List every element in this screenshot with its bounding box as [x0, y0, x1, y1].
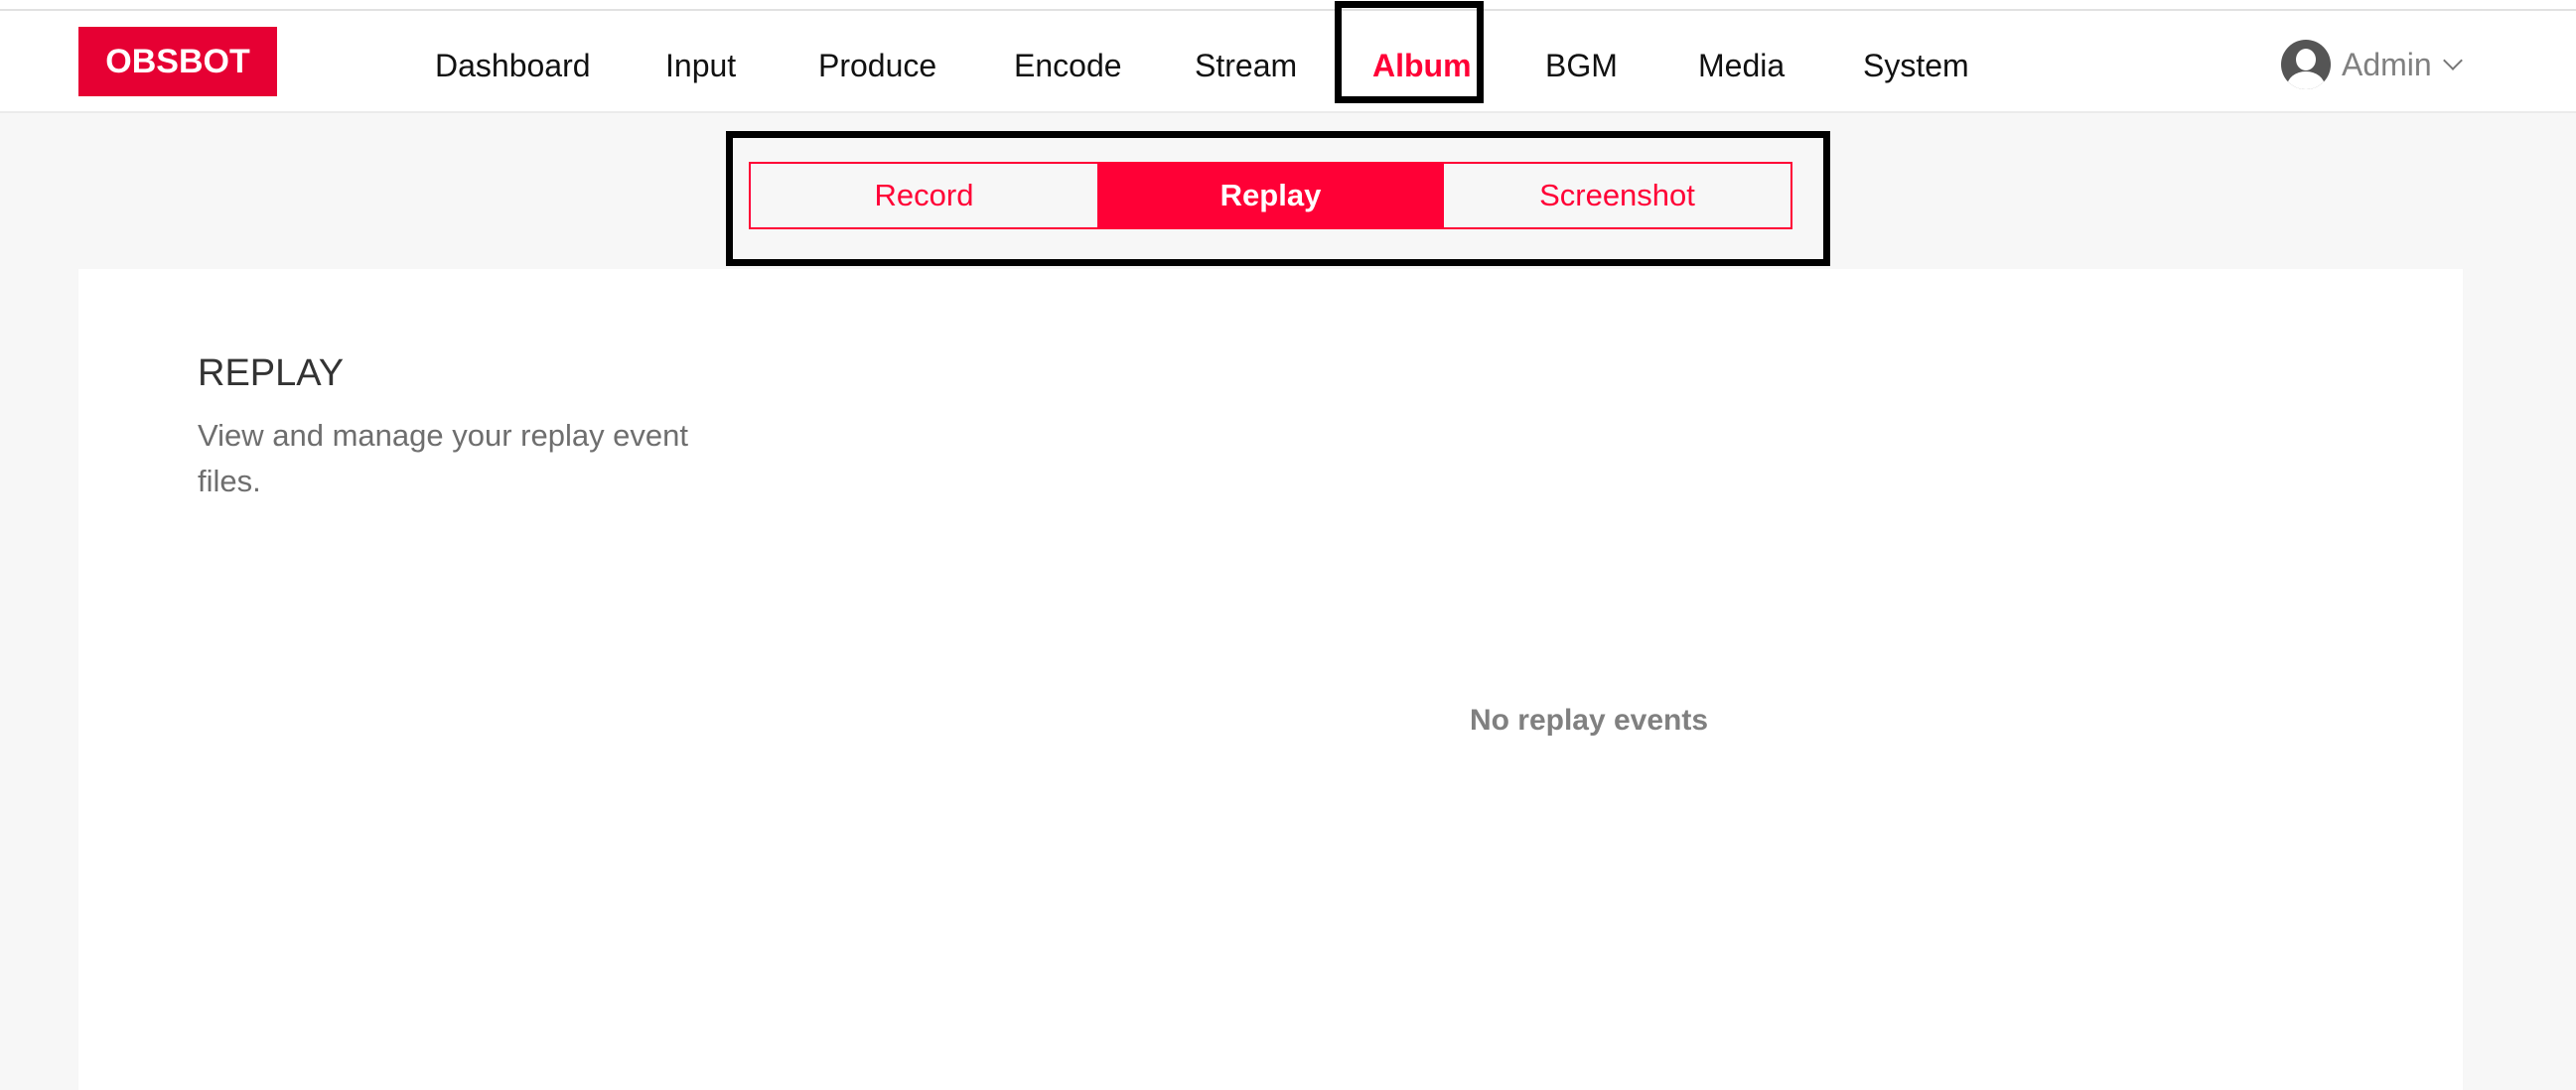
nav-item-media[interactable]: Media — [1698, 44, 1785, 87]
chevron-down-icon — [2442, 51, 2463, 70]
nav-item-bgm[interactable]: BGM — [1545, 44, 1618, 87]
nav-item-stream[interactable]: Stream — [1195, 44, 1297, 87]
nav-item-produce[interactable]: Produce — [818, 44, 936, 87]
nav-item-encode[interactable]: Encode — [1014, 44, 1122, 87]
top-navigation-bar: OBSBOT Dashboard Input Produce Encode St… — [0, 9, 2576, 113]
subtab-replay[interactable]: Replay — [1097, 164, 1444, 227]
obsbot-logo[interactable]: OBSBOT — [78, 27, 277, 96]
nav-item-system[interactable]: System — [1863, 44, 1969, 87]
nav-item-dashboard[interactable]: Dashboard — [435, 44, 591, 87]
nav-item-input[interactable]: Input — [665, 44, 736, 87]
nav-item-album[interactable]: Album — [1372, 44, 1472, 87]
page-description: View and manage your replay event files. — [198, 418, 689, 498]
album-subtabs: Record Replay Screenshot — [749, 162, 1792, 229]
subtab-screenshot[interactable]: Screenshot — [1444, 164, 1790, 227]
page-title: REPLAY — [198, 352, 345, 394]
replay-panel: REPLAY View and manage your replay event… — [78, 269, 2463, 1090]
subtab-record[interactable]: Record — [751, 164, 1097, 227]
user-menu[interactable]: Admin — [2281, 40, 2463, 89]
user-avatar-icon — [2281, 40, 2331, 89]
top-strip — [0, 0, 2576, 9]
empty-state-message: No replay events — [1469, 704, 1709, 737]
logo-text: OBSBOT — [105, 42, 250, 80]
user-name: Admin — [2342, 46, 2432, 82]
